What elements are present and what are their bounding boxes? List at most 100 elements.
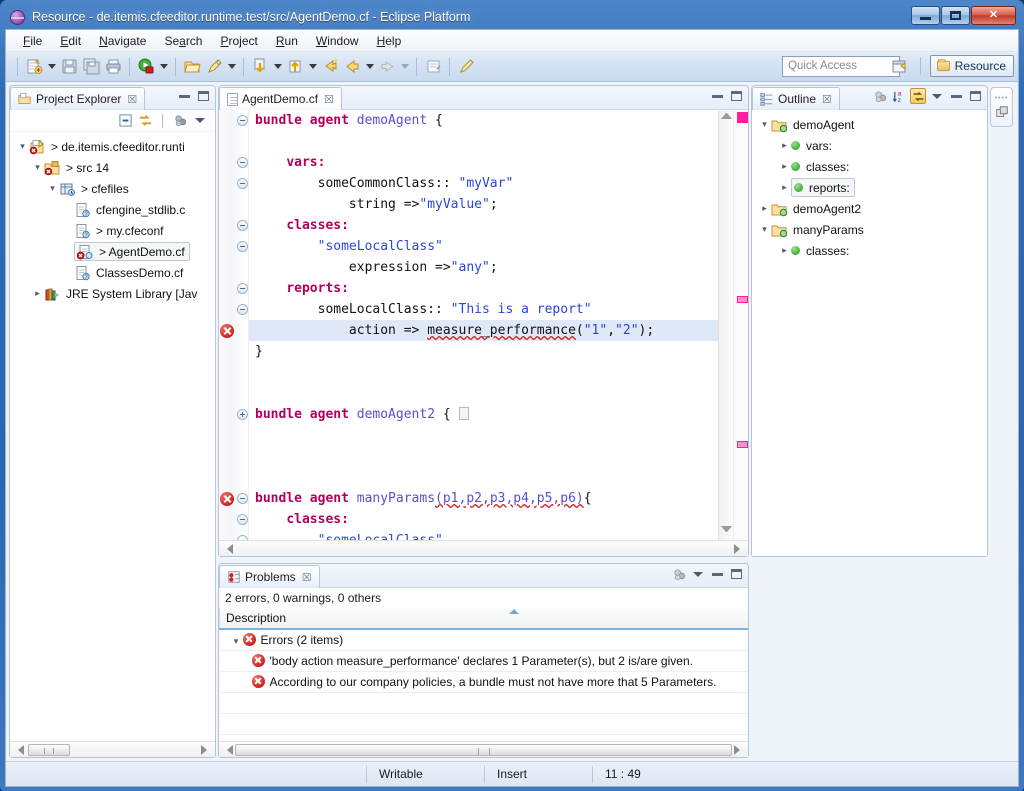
- forward-dropdown-icon[interactable]: [398, 56, 411, 78]
- twisty-collapsed-icon[interactable]: ▸: [31, 288, 44, 299]
- tree-item[interactable]: ?ClassesDemo.cf: [10, 262, 215, 283]
- overview-error-mark[interactable]: [737, 296, 748, 303]
- save-all-icon[interactable]: [80, 56, 102, 78]
- view-menu-icon[interactable]: [172, 113, 188, 129]
- fold-collapse-icon[interactable]: [237, 514, 248, 525]
- problems-row[interactable]: 'body action measure_performance' declar…: [220, 650, 749, 671]
- tree-item[interactable]: ▸reports:: [752, 177, 987, 198]
- twisty-expanded-icon[interactable]: ▾: [758, 119, 771, 130]
- error-marker-icon[interactable]: [220, 324, 234, 338]
- tree-item[interactable]: ▸vars:: [752, 135, 987, 156]
- link-with-editor-icon[interactable]: [910, 88, 926, 104]
- view-chevron-icon[interactable]: [192, 113, 208, 129]
- fold-collapse-icon[interactable]: [237, 241, 248, 252]
- fold-collapse-icon[interactable]: [237, 283, 248, 294]
- scroll-right-icon[interactable]: [734, 544, 744, 554]
- sort-alphabetically-icon[interactable]: az: [891, 88, 907, 104]
- next-annotation-icon[interactable]: [249, 56, 271, 78]
- tree-item[interactable]: ?cfengine_stdlib.c: [10, 199, 215, 220]
- open-perspective-icon[interactable]: [889, 55, 911, 77]
- tree-item[interactable]: ▾> src 14: [10, 157, 215, 178]
- perspective-resource-button[interactable]: Resource: [930, 55, 1014, 77]
- fold-collapse-icon[interactable]: [237, 115, 248, 126]
- tree-item[interactable]: ▾> cfefiles: [10, 178, 215, 199]
- restore-views-button[interactable]: ••••: [990, 87, 1013, 127]
- scroll-left-icon[interactable]: [223, 544, 233, 554]
- print-icon[interactable]: [102, 56, 124, 78]
- close-icon[interactable]: ☒: [822, 93, 832, 106]
- tab-agentdemo-cf[interactable]: AgentDemo.cf ☒: [219, 87, 342, 110]
- tab-outline[interactable]: Outline ☒: [752, 87, 840, 110]
- editor-error-ruler[interactable]: [219, 110, 235, 540]
- tree-item[interactable]: ▾> de.itemis.cfeeditor.runti: [10, 136, 215, 157]
- new-wizard-dropdown-icon[interactable]: [45, 56, 58, 78]
- problems-row[interactable]: According to our company policies, a bun…: [220, 671, 749, 692]
- tree-item[interactable]: ?> my.cfeconf: [10, 220, 215, 241]
- view-chevron-icon[interactable]: [690, 566, 706, 582]
- twisty-expanded-icon[interactable]: ▾: [46, 183, 59, 194]
- twisty-collapsed-icon[interactable]: ▸: [778, 140, 791, 151]
- open-resource-icon[interactable]: [181, 56, 203, 78]
- minimize-icon[interactable]: [709, 566, 725, 582]
- close-icon[interactable]: ☒: [324, 93, 334, 106]
- forward-icon[interactable]: [376, 56, 398, 78]
- fold-collapse-icon[interactable]: [237, 220, 248, 231]
- close-icon[interactable]: ☒: [302, 571, 312, 584]
- run-dropdown-icon[interactable]: [157, 56, 170, 78]
- minimize-button[interactable]: [911, 6, 940, 25]
- hscroll-thumb[interactable]: [235, 744, 732, 756]
- overview-error-mark[interactable]: [737, 441, 748, 448]
- twisty-expanded-icon[interactable]: ▾: [16, 141, 29, 152]
- maximize-icon[interactable]: [195, 88, 211, 104]
- tree-item[interactable]: ▾demoAgent: [752, 114, 987, 135]
- collapsed-region-icon[interactable]: [459, 407, 469, 420]
- close-icon[interactable]: ☒: [127, 93, 137, 106]
- tree-item[interactable]: > AgentDemo.cf: [10, 241, 215, 262]
- link-with-editor-icon[interactable]: [137, 113, 153, 129]
- twisty-collapsed-icon[interactable]: ▸: [778, 245, 791, 256]
- twisty-expanded-icon[interactable]: ▾: [758, 224, 771, 235]
- menu-navigate[interactable]: Navigate: [90, 32, 155, 50]
- menu-project[interactable]: Project: [211, 32, 266, 50]
- scroll-right-icon[interactable]: [201, 745, 211, 755]
- save-icon[interactable]: [58, 56, 80, 78]
- scroll-left-icon[interactable]: [14, 745, 24, 755]
- maximize-icon[interactable]: [728, 88, 744, 104]
- quick-access-input[interactable]: Quick Access: [782, 56, 900, 77]
- project-explorer-hscrollbar[interactable]: [10, 741, 215, 757]
- menu-run[interactable]: Run: [267, 32, 307, 50]
- minimize-icon[interactable]: [709, 88, 725, 104]
- last-edit-location-icon[interactable]: [319, 56, 341, 78]
- fold-collapse-icon[interactable]: [237, 493, 248, 504]
- run-icon[interactable]: [135, 56, 157, 78]
- menu-search[interactable]: Search: [155, 32, 211, 50]
- tree-item[interactable]: ▸JRE System Library [Jav: [10, 283, 215, 304]
- search-dropdown-icon[interactable]: [225, 56, 238, 78]
- tree-item[interactable]: ▸classes:: [752, 156, 987, 177]
- menu-window[interactable]: Window: [307, 32, 368, 50]
- new-untitled-text-file-icon[interactable]: [422, 56, 444, 78]
- previous-annotation-icon[interactable]: [284, 56, 306, 78]
- fold-expand-icon[interactable]: [237, 409, 248, 420]
- pin-editor-icon[interactable]: [455, 56, 477, 78]
- scroll-up-icon[interactable]: [721, 113, 732, 124]
- editor-folding-ruler[interactable]: [235, 110, 249, 540]
- previous-annotation-dropdown-icon[interactable]: [306, 56, 319, 78]
- tab-project-explorer[interactable]: Project Explorer ☒: [10, 87, 145, 110]
- menu-help[interactable]: Help: [368, 32, 411, 50]
- maximize-icon[interactable]: [728, 566, 744, 582]
- fold-collapse-icon[interactable]: [237, 304, 248, 315]
- editor-hscrollbar[interactable]: [219, 540, 748, 556]
- back-icon[interactable]: [341, 56, 363, 78]
- collapse-all-icon[interactable]: [117, 113, 133, 129]
- overview-error-mark[interactable]: [737, 112, 748, 123]
- problems-hscrollbar[interactable]: [219, 741, 748, 757]
- tree-item[interactable]: ▸demoAgent2: [752, 198, 987, 219]
- editor-vscrollbar[interactable]: [718, 110, 733, 540]
- menu-edit[interactable]: Edit: [51, 32, 90, 50]
- minimize-icon[interactable]: [948, 88, 964, 104]
- hscroll-thumb[interactable]: [28, 744, 70, 756]
- maximize-button[interactable]: [941, 6, 970, 25]
- scroll-right-icon[interactable]: [734, 745, 744, 755]
- twisty-collapsed-icon[interactable]: ▸: [778, 182, 791, 193]
